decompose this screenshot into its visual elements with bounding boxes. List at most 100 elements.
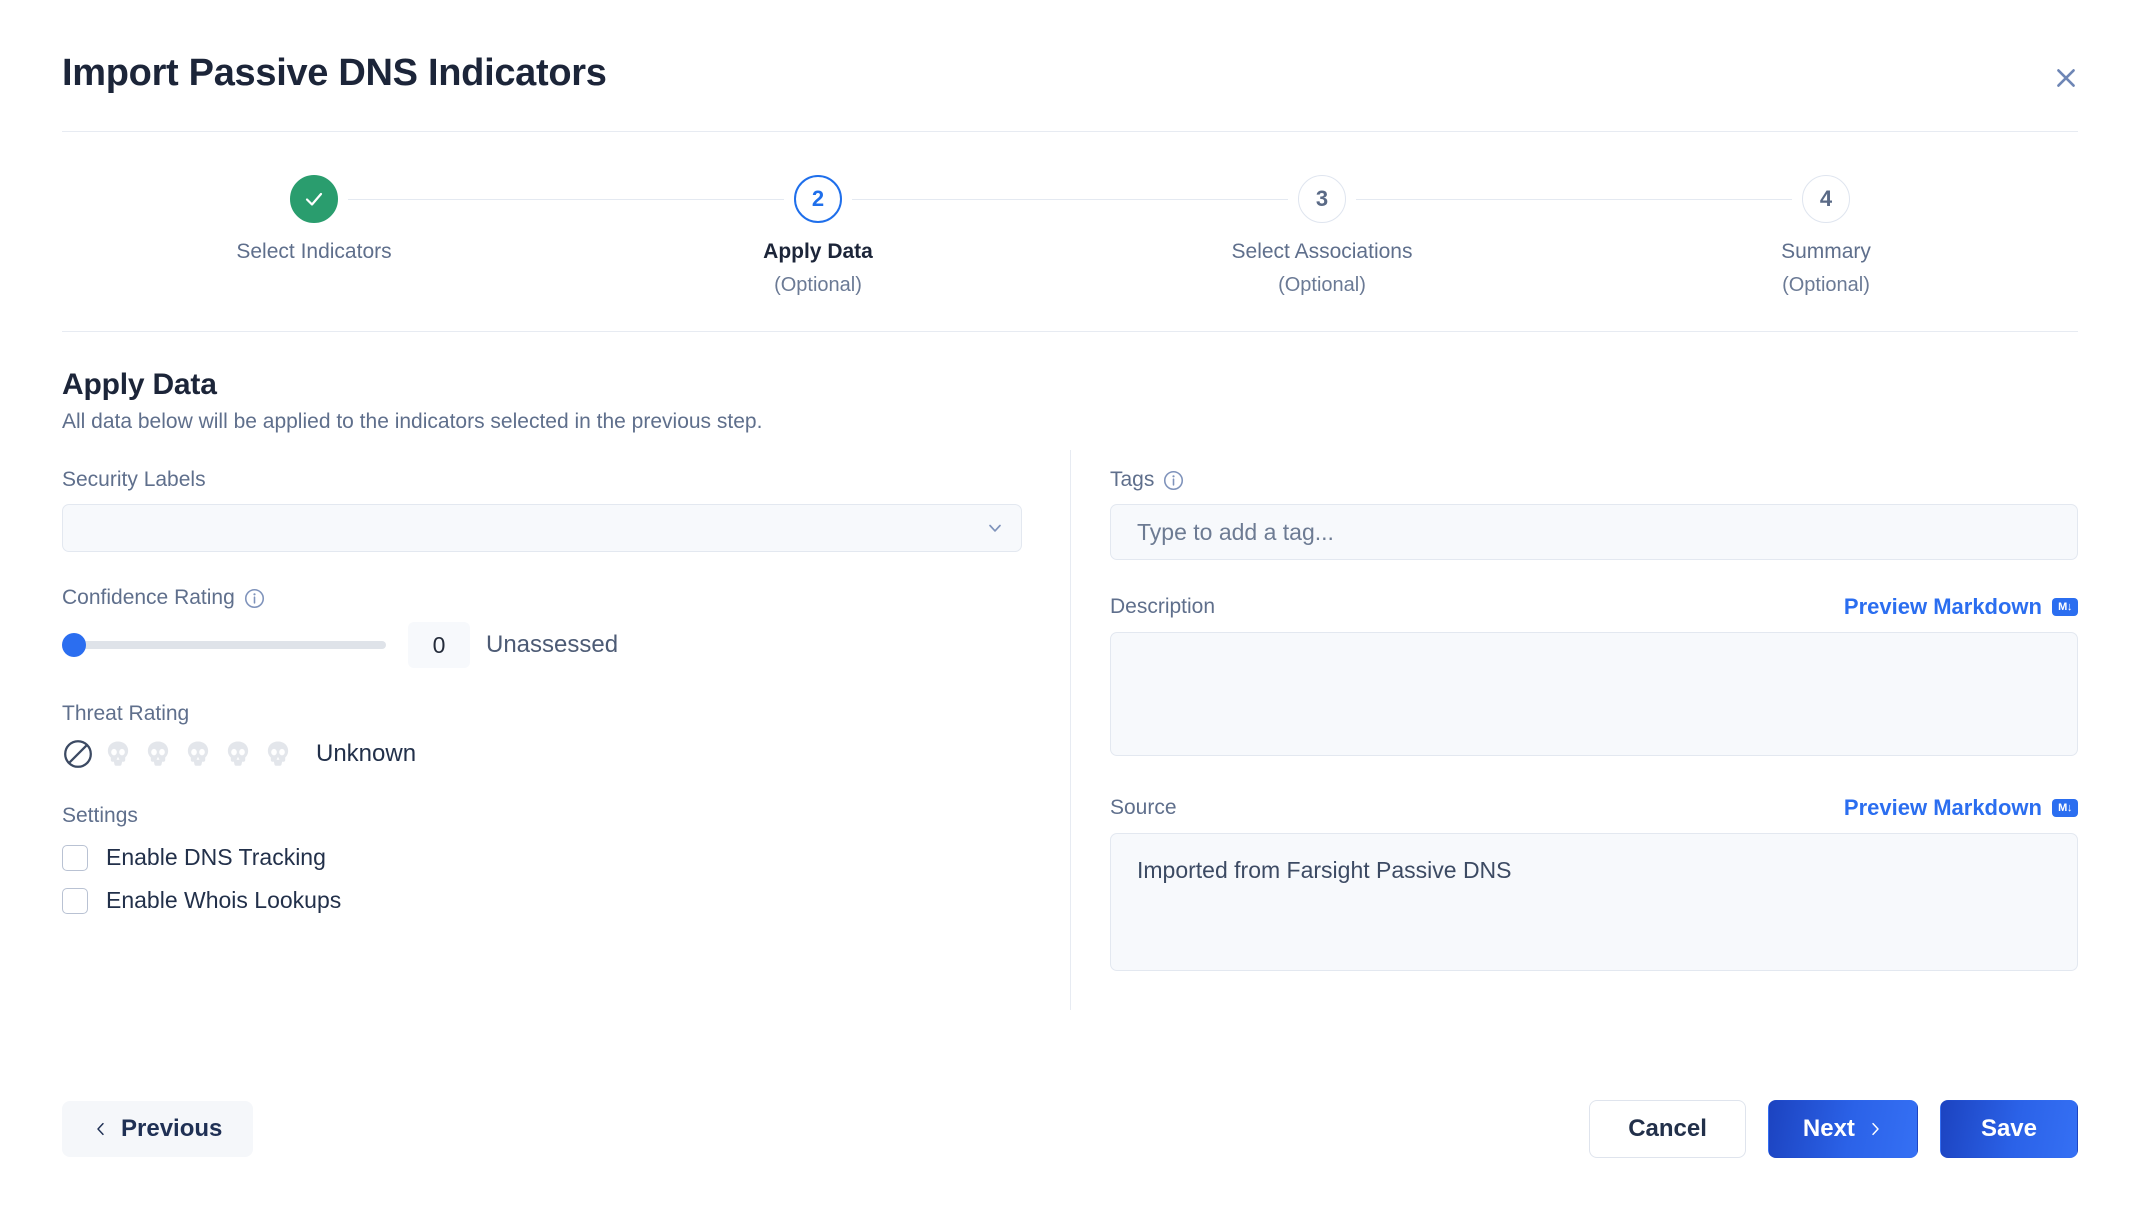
step-select-indicators[interactable]: Select Indicators	[62, 172, 566, 274]
step-label-2: Apply Data	[763, 240, 873, 263]
column-divider	[1070, 450, 1071, 1010]
markdown-icon: M↓	[2052, 799, 2078, 817]
step-sub-3: (Optional)	[1278, 274, 1366, 296]
source-preview-label: Preview Markdown	[1843, 795, 2042, 820]
slider-track	[62, 641, 386, 649]
checkbox-dns-tracking[interactable]	[62, 844, 88, 871]
info-icon[interactable]	[244, 588, 265, 609]
chevron-left-icon	[97, 1122, 104, 1136]
modal-header: Import Passive DNS Indicators	[0, 0, 2140, 95]
step-connector	[852, 199, 1070, 200]
description-textarea[interactable]	[1110, 632, 2078, 756]
source-label: Source	[1110, 796, 1177, 819]
skull-icon[interactable]	[262, 738, 294, 770]
modal-footer: Previous Cancel Next Save	[0, 1050, 2140, 1208]
step-circle-row: 2	[566, 172, 1070, 226]
wizard-stepper: Select Indicators 2 Apply Data (Optional…	[0, 132, 2140, 297]
chevron-down-icon	[989, 524, 1001, 532]
check-icon	[305, 192, 323, 206]
step-connector	[1356, 199, 1574, 200]
step-indicator-4: 4	[1802, 175, 1850, 223]
setting-enable-whois-lookups[interactable]: Enable Whois Lookups	[62, 887, 1022, 914]
skull-icon[interactable]	[222, 738, 254, 770]
security-labels-label: Security Labels	[62, 468, 206, 491]
threat-rating-label: Threat Rating	[62, 702, 190, 725]
checkbox-label-dns-tracking: Enable DNS Tracking	[106, 844, 326, 870]
threat-rating-value: Unknown	[316, 740, 417, 767]
tags-label-text: Tags	[1110, 468, 1155, 491]
threat-rating-field: Threat Rating Unknown	[62, 702, 1022, 770]
confidence-rating-row: 0 Unassessed	[62, 622, 1022, 668]
close-button[interactable]	[2046, 58, 2086, 98]
page-title: Import Passive DNS Indicators	[62, 52, 607, 94]
description-preview-label: Preview Markdown	[1843, 594, 2042, 619]
description-label-row: Description Preview Markdown M↓	[1110, 594, 2078, 620]
right-column: Tags Description Preview Markdown M↓	[1070, 468, 2078, 1010]
next-button-label: Next	[1802, 1115, 1855, 1142]
source-textarea[interactable]: Imported from Farsight Passive DNS	[1110, 833, 2078, 971]
section-header: Apply Data All data below will be applie…	[0, 332, 2140, 434]
source-preview-markdown-button[interactable]: Preview Markdown M↓	[1844, 795, 2078, 821]
import-passive-dns-modal: Import Passive DNS Indicators Select Ind…	[0, 0, 2140, 1208]
source-field: Source Preview Markdown M↓ Imported from…	[1110, 795, 2078, 976]
step-circle-row: 3	[1070, 172, 1574, 226]
next-button[interactable]: Next	[1767, 1100, 1918, 1158]
step-apply-data[interactable]: 2 Apply Data (Optional)	[566, 172, 1070, 297]
section-subtitle: All data below will be applied to the in…	[62, 410, 763, 433]
slider-thumb[interactable]	[62, 633, 86, 657]
confidence-rating-label-text: Confidence Rating	[62, 586, 235, 609]
step-indicator-3: 3	[1298, 175, 1346, 223]
step-select-associations[interactable]: 3 Select Associations (Optional)	[1070, 172, 1574, 297]
confidence-slider[interactable]	[62, 628, 386, 662]
previous-button[interactable]: Previous	[62, 1101, 254, 1157]
step-circle-row	[62, 172, 566, 226]
confidence-rating-label: Confidence Rating	[62, 586, 1022, 610]
source-label-row: Source Preview Markdown M↓	[1110, 795, 2078, 821]
footer-actions: Cancel Next Save	[1589, 1100, 2078, 1158]
description-label: Description	[1110, 595, 1216, 618]
step-label-1: Select Indicators	[236, 240, 392, 263]
close-icon	[2057, 69, 2075, 87]
save-button[interactable]: Save	[1939, 1100, 2078, 1158]
step-circle-row: 4	[1574, 172, 2078, 226]
step-connector	[348, 199, 566, 200]
setting-enable-dns-tracking[interactable]: Enable DNS Tracking	[62, 844, 1022, 871]
section-title: Apply Data	[62, 368, 217, 401]
step-label-3: Select Associations	[1231, 240, 1413, 263]
settings-field: Settings Enable DNS Tracking Enable Whoi…	[62, 804, 1022, 914]
chevron-right-icon	[1872, 1122, 1879, 1136]
step-sub-2: (Optional)	[774, 274, 862, 296]
skull-icon[interactable]	[142, 738, 174, 770]
step-sub-4: (Optional)	[1782, 274, 1870, 296]
security-labels-select[interactable]	[62, 504, 1022, 552]
checkbox-whois-lookups[interactable]	[62, 887, 88, 914]
confidence-value[interactable]: 0	[408, 622, 470, 668]
description-field: Description Preview Markdown M↓	[1110, 594, 2078, 761]
step-indicator-1	[290, 175, 338, 223]
no-entry-icon[interactable]	[62, 738, 94, 770]
confidence-status: Unassessed	[486, 631, 619, 658]
step-connector	[1574, 199, 1792, 200]
step-indicator-2: 2	[794, 175, 842, 223]
security-labels-field: Security Labels	[62, 468, 1022, 552]
markdown-icon: M↓	[2052, 598, 2078, 616]
tags-field: Tags	[1110, 468, 2078, 560]
cancel-button-label: Cancel	[1628, 1115, 1707, 1142]
checkbox-label-whois-lookups: Enable Whois Lookups	[106, 887, 342, 913]
form-body: Security Labels Confidence Rating 0 Unas…	[0, 434, 2140, 1010]
left-column: Security Labels Confidence Rating 0 Unas…	[62, 468, 1070, 1010]
save-button-label: Save	[1980, 1115, 2037, 1142]
step-connector	[566, 199, 784, 200]
skull-icon[interactable]	[102, 738, 134, 770]
info-icon[interactable]	[1163, 470, 1184, 491]
threat-rating-row: Unknown	[62, 738, 1022, 770]
description-preview-markdown-button[interactable]: Preview Markdown M↓	[1844, 594, 2078, 620]
step-summary[interactable]: 4 Summary (Optional)	[1574, 172, 2078, 297]
tags-input[interactable]	[1110, 504, 2078, 560]
settings-label: Settings	[62, 804, 138, 827]
step-label-4: Summary	[1781, 240, 1871, 263]
skull-icon[interactable]	[182, 738, 214, 770]
tags-label: Tags	[1110, 468, 2078, 492]
cancel-button[interactable]: Cancel	[1589, 1100, 1746, 1158]
confidence-rating-field: Confidence Rating 0 Unassessed	[62, 586, 1022, 668]
